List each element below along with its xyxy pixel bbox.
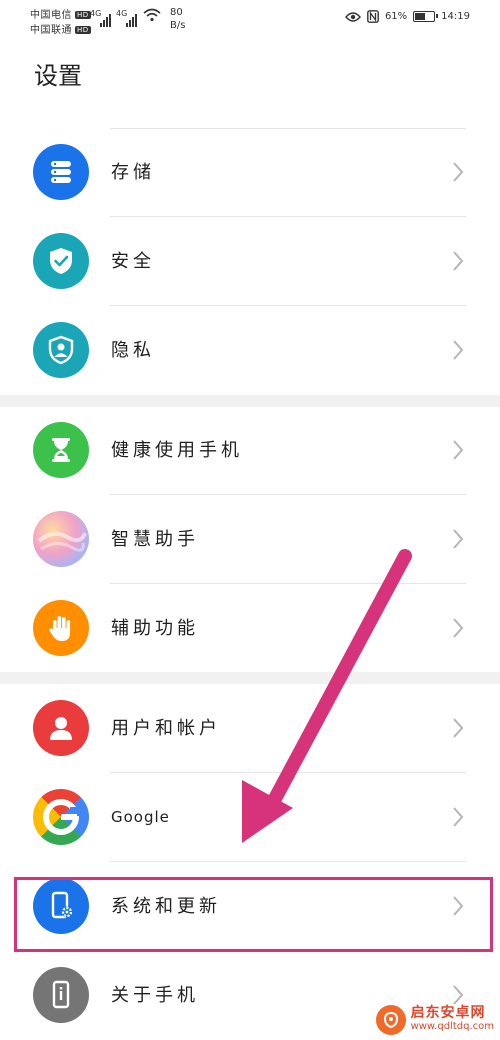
- phone-info-icon: [33, 967, 89, 1023]
- eye-comfort-icon: [345, 11, 361, 22]
- group-separator: [0, 672, 500, 684]
- chevron-right-icon: [453, 340, 464, 360]
- hand-icon: [33, 600, 89, 656]
- user-icon: [33, 700, 89, 756]
- settings-item-label: 智慧助手: [111, 529, 199, 550]
- hourglass-icon: [33, 422, 89, 478]
- highlight-box: [14, 877, 493, 952]
- watermark-logo-icon: [375, 1005, 406, 1035]
- settings-item-label: Google: [111, 808, 170, 826]
- settings-item-digital-balance[interactable]: 健康使用手机: [0, 406, 500, 495]
- network-speed: 80 B/s: [170, 7, 186, 31]
- google-icon: [33, 789, 89, 845]
- shield-check-icon: [33, 233, 89, 289]
- nfc-icon: [367, 10, 379, 23]
- settings-item-label: 安全: [111, 251, 155, 272]
- settings-item-security[interactable]: 安全: [0, 217, 500, 306]
- hd-badge: HD: [75, 26, 91, 34]
- clock: 14:19: [441, 11, 470, 22]
- settings-item-label: 健康使用手机: [111, 440, 243, 461]
- settings-item-accessibility[interactable]: 辅助功能: [0, 584, 500, 673]
- battery-icon: [413, 11, 439, 22]
- chevron-right-icon: [453, 618, 464, 638]
- hd-badge: HD: [75, 11, 91, 19]
- watermark: 启东安卓网 www.qdltdq.com: [375, 1005, 494, 1035]
- settings-item-users-accounts[interactable]: 用户和帐户: [0, 684, 500, 773]
- settings-item-label: 隐私: [111, 340, 155, 361]
- watermark-name: 启东安卓网: [410, 1005, 486, 1021]
- settings-item-label: 存储: [111, 162, 155, 183]
- settings-item-label: 辅助功能: [111, 618, 199, 639]
- settings-item-privacy[interactable]: 隐私: [0, 306, 500, 395]
- chevron-right-icon: [453, 529, 464, 549]
- chevron-right-icon: [453, 251, 464, 271]
- page-title: 设置: [34, 62, 82, 90]
- chevron-right-icon: [453, 440, 464, 460]
- status-right: 61% 14:19: [345, 10, 470, 23]
- status-bar: 中国电信 HD 中国联通 HD 4G 4G 80 B/s 61% 14:19: [30, 7, 470, 36]
- wifi-icon: [143, 8, 161, 22]
- assistant-orb-icon: [33, 511, 89, 567]
- privacy-shield-icon: [33, 322, 89, 378]
- chevron-right-icon: [453, 162, 464, 182]
- chevron-right-icon: [453, 985, 464, 1005]
- settings-item-smart-assistant[interactable]: 智慧助手: [0, 495, 500, 584]
- storage-icon: [33, 144, 89, 200]
- carrier-2: 中国联通 HD: [30, 25, 91, 36]
- carrier-1: 中国电信 HD: [30, 10, 91, 21]
- chevron-right-icon: [453, 718, 464, 738]
- settings-item-storage[interactable]: 存储: [0, 128, 500, 217]
- chevron-right-icon: [453, 807, 464, 827]
- watermark-url: www.qdltdq.com: [410, 1021, 494, 1032]
- settings-item-label: 关于手机: [111, 985, 199, 1006]
- settings-item-label: 用户和帐户: [111, 718, 221, 739]
- settings-item-google[interactable]: Google: [0, 773, 500, 862]
- battery-percent: 61%: [384, 11, 408, 22]
